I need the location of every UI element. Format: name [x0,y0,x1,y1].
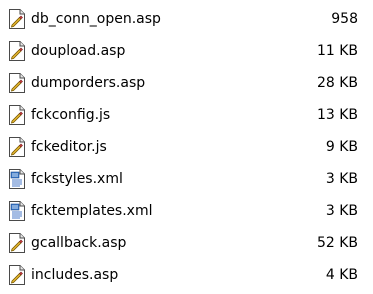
file-row-doupload[interactable]: doupload.asp 11 KB [0,35,373,67]
file-row-includes[interactable]: includes.asp 4 KB [0,259,373,291]
file-row-gcallback[interactable]: gcallback.asp 52 KB [0,227,373,259]
file-name: fckconfig.js [31,107,111,123]
asp-script-file-icon [8,9,26,29]
file-name: gcallback.asp [31,235,127,251]
file-row-fckconfig[interactable]: fckconfig.js 13 KB [0,99,373,131]
file-row-db-conn-open[interactable]: db_conn_open.asp 958 [0,3,373,35]
file-name: doupload.asp [31,43,126,59]
file-row-fcktemplates[interactable]: fcktemplates.xml 3 KB [0,195,373,227]
file-size: 4 KB [325,267,358,283]
file-name: fckeditor.js [31,139,107,155]
file-size: 3 KB [325,171,358,187]
file-row-fckstyles[interactable]: fckstyles.xml 3 KB [0,163,373,195]
js-script-file-icon [8,137,26,157]
xml-document-icon [8,169,26,189]
js-script-file-icon [8,105,26,125]
file-name: dumporders.asp [31,75,146,91]
file-size: 11 KB [316,43,358,59]
asp-script-file-icon [8,233,26,253]
file-size: 9 KB [325,139,358,155]
file-name: fckstyles.xml [31,171,123,187]
asp-script-file-icon [8,73,26,93]
file-size: 3 KB [325,203,358,219]
xml-document-icon [8,201,26,221]
file-size: 28 KB [316,75,358,91]
file-row-fckeditor[interactable]: fckeditor.js 9 KB [0,131,373,163]
file-name: includes.asp [31,267,119,283]
asp-script-file-icon [8,265,26,285]
file-size: 52 KB [316,235,358,251]
file-name: fcktemplates.xml [31,203,153,219]
file-name: db_conn_open.asp [31,11,161,27]
file-row-dumporders[interactable]: dumporders.asp 28 KB [0,67,373,99]
file-list: db_conn_open.asp 958 doupload.asp 11 KB … [0,3,373,291]
file-size: 13 KB [316,107,358,123]
file-size: 958 [331,11,358,27]
asp-script-file-icon [8,41,26,61]
